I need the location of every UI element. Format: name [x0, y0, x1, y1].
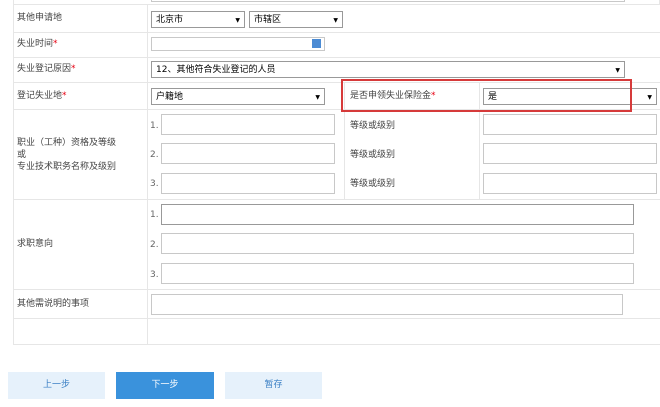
calendar-icon[interactable] [312, 39, 321, 48]
unemploy-place-value: 户籍地 [156, 92, 184, 102]
chevron-down-icon: ▼ [333, 17, 338, 24]
unemploy-reason-select[interactable]: 12、其他符合失业登记的人员 ▼ [151, 61, 625, 78]
row-divider [13, 289, 660, 290]
unemploy-place-label-text: 登记失业地 [17, 91, 63, 101]
form-bottom-border [13, 344, 660, 345]
qualification-label-line3: 专业技术职务名称及级别 [17, 162, 117, 172]
save-draft-button[interactable]: 暂存 [225, 372, 322, 399]
unemploy-time-label: 失业时间* [17, 38, 58, 50]
qualification-label: 职业（工种）资格及等级 或 专业技术职务名称及级别 [17, 137, 116, 173]
required-mark: * [53, 39, 58, 49]
grade-input-3[interactable] [483, 173, 657, 194]
qualification-input-2[interactable] [161, 143, 335, 164]
required-mark: * [62, 91, 67, 101]
job-intent-label: 求职意向 [17, 239, 54, 249]
chevron-down-icon: ▼ [315, 94, 320, 101]
qualification-input-1[interactable] [161, 114, 335, 135]
grade-label: 等级或级别 [350, 150, 396, 160]
row-divider [13, 199, 660, 200]
unemploy-time-label-text: 失业时间 [17, 39, 54, 49]
job-intent-num: 3. [150, 270, 159, 280]
job-intent-num: 1. [150, 210, 159, 220]
job-intent-num: 2. [150, 240, 159, 250]
label-column-divider [147, 5, 148, 345]
next-step-button[interactable]: 下一步 [116, 372, 214, 399]
unemploy-reason-value: 12、其他符合失业登记的人员 [156, 65, 276, 75]
city-select[interactable]: 北京市 ▼ [151, 11, 245, 28]
job-intent-input-3[interactable] [161, 263, 634, 284]
unemploy-reason-label-text: 失业登记原因 [17, 64, 72, 74]
top-partial-input[interactable] [151, 0, 625, 2]
unemploy-reason-label: 失业登记原因* [17, 63, 76, 75]
row-divider [13, 57, 660, 58]
qualification-label-line2: 或 [17, 150, 27, 160]
grade-label: 等级或级别 [350, 179, 396, 189]
unemploy-time-input[interactable] [151, 37, 325, 51]
unemploy-place-label: 登记失业地* [17, 90, 67, 102]
prev-step-button[interactable]: 上一步 [8, 372, 105, 399]
job-intent-input-1[interactable] [161, 204, 634, 225]
job-intent-input-2[interactable] [161, 233, 634, 254]
district-value: 市辖区 [254, 15, 282, 25]
chevron-down-icon: ▼ [647, 94, 652, 101]
city-value: 北京市 [156, 15, 184, 25]
apply-place-label: 其他申请地 [17, 13, 63, 23]
qualification-label-line1: 职业（工种）资格及等级 [17, 138, 117, 148]
row-divider [13, 318, 660, 319]
grade-input-1[interactable] [483, 114, 657, 135]
district-select[interactable]: 市辖区 ▼ [249, 11, 343, 28]
other-notes-input[interactable] [151, 294, 623, 315]
qualification-input-3[interactable] [161, 173, 335, 194]
other-notes-label: 其他需说明的事项 [17, 299, 90, 309]
required-mark: * [71, 64, 76, 74]
row-divider [13, 32, 660, 33]
qualification-num: 1. [150, 121, 159, 131]
chevron-down-icon: ▼ [615, 67, 620, 74]
grade-input-2[interactable] [483, 143, 657, 164]
chevron-down-icon: ▼ [235, 17, 240, 24]
qualification-num: 2. [150, 150, 159, 160]
unemploy-place-select[interactable]: 户籍地 ▼ [151, 88, 325, 105]
insurance-highlight-box [341, 79, 632, 112]
grade-label: 等级或级别 [350, 121, 396, 131]
qualification-num: 3. [150, 179, 159, 189]
